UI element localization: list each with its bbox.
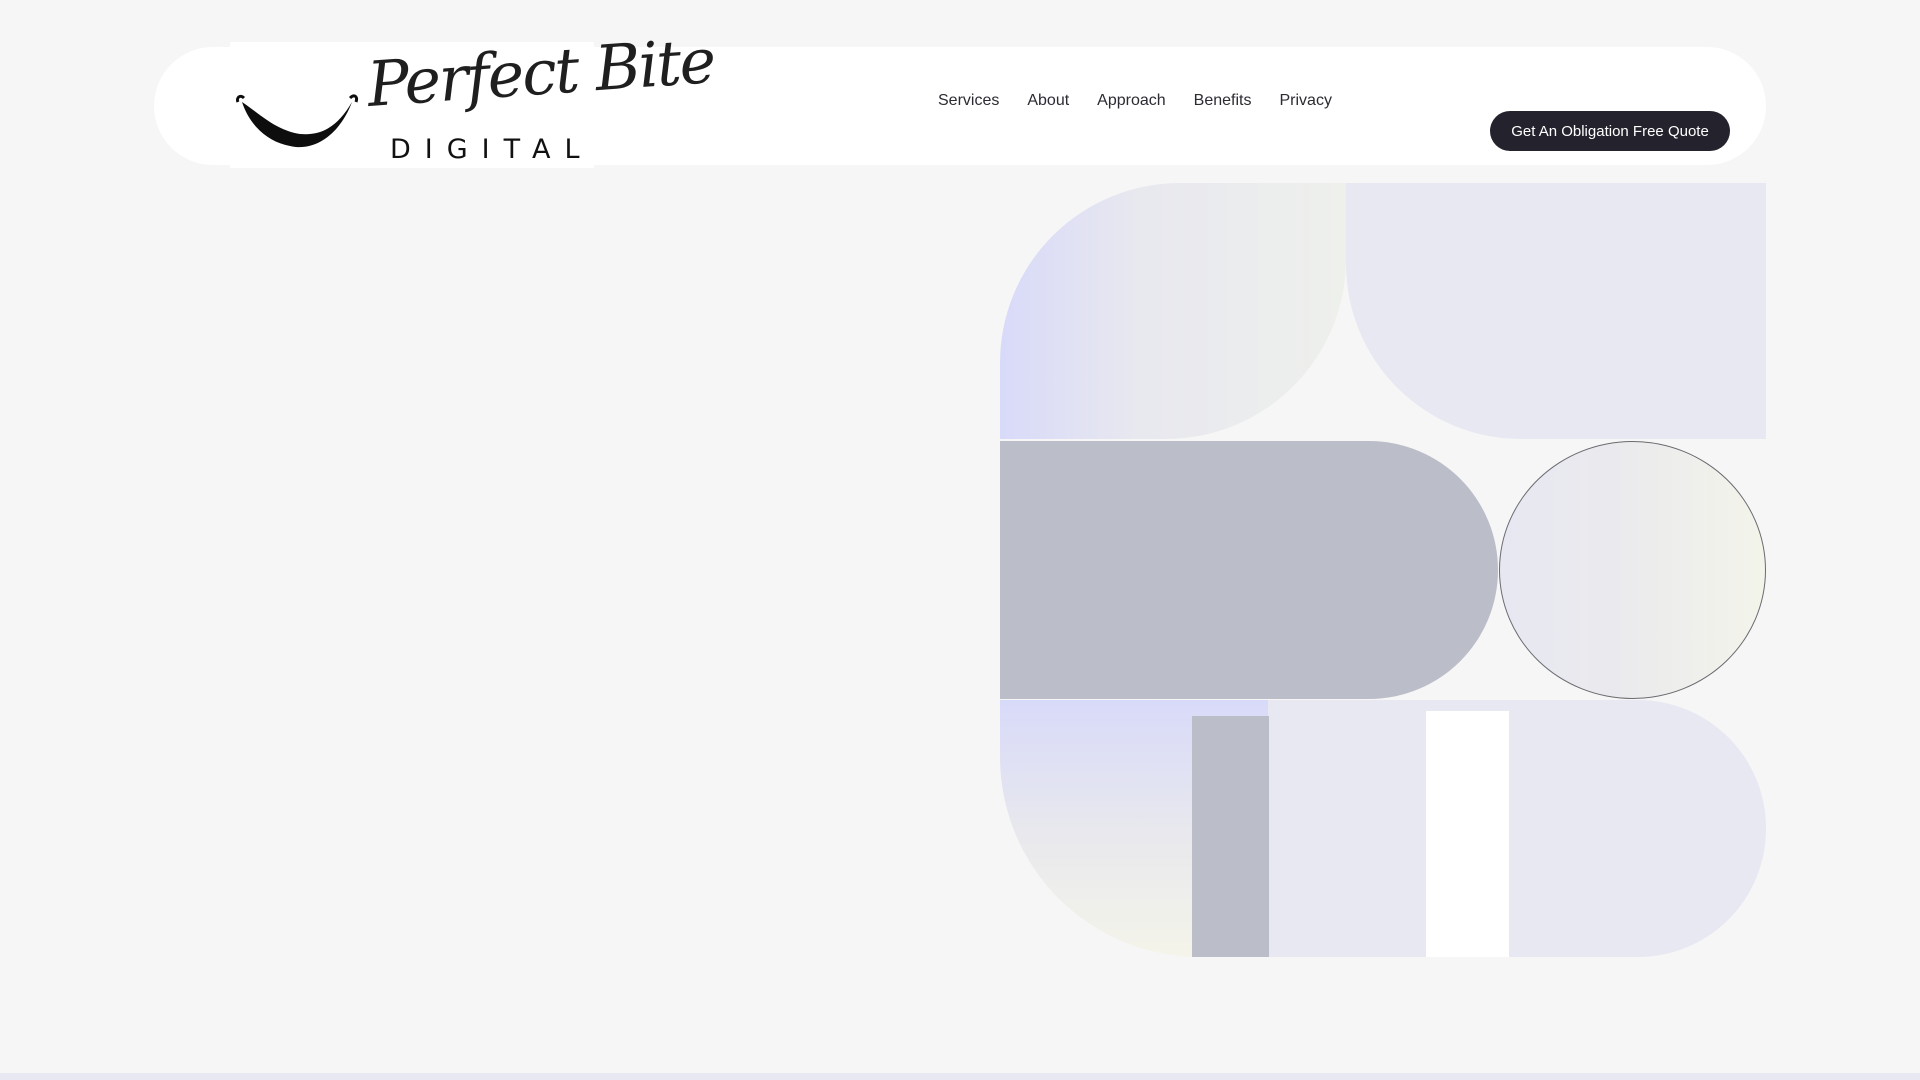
nav-link-approach[interactable]: Approach [1097, 92, 1166, 110]
hero-shape-circle [1499, 441, 1766, 699]
nav-link-about[interactable]: About [1027, 92, 1069, 110]
nav-link-privacy[interactable]: Privacy [1279, 92, 1331, 110]
hero-shape-corner [1000, 700, 1268, 957]
nav-link-services[interactable]: Services [938, 92, 999, 110]
page: Perfect Bite DIGITAL Services About Appr… [0, 0, 1920, 1080]
quote-button[interactable]: Get An Obligation Free Quote [1490, 111, 1730, 151]
hero-shape-quarter [1346, 183, 1766, 439]
hero-shape-pill [1000, 441, 1498, 699]
nav-link-benefits[interactable]: Benefits [1194, 92, 1252, 110]
smile-icon [236, 94, 358, 148]
hero-shape-white-bar [1426, 711, 1509, 957]
hero-shape-leaf [1000, 183, 1346, 439]
brand-subtitle: DIGITAL [390, 134, 594, 165]
section-divider [0, 1073, 1920, 1080]
main-nav: Services About Approach Benefits Privacy [938, 92, 1332, 110]
hero-shape-capsule [1268, 700, 1766, 957]
hero-shape-gray-bar [1192, 716, 1269, 957]
brand-logo[interactable]: Perfect Bite DIGITAL [230, 24, 716, 168]
